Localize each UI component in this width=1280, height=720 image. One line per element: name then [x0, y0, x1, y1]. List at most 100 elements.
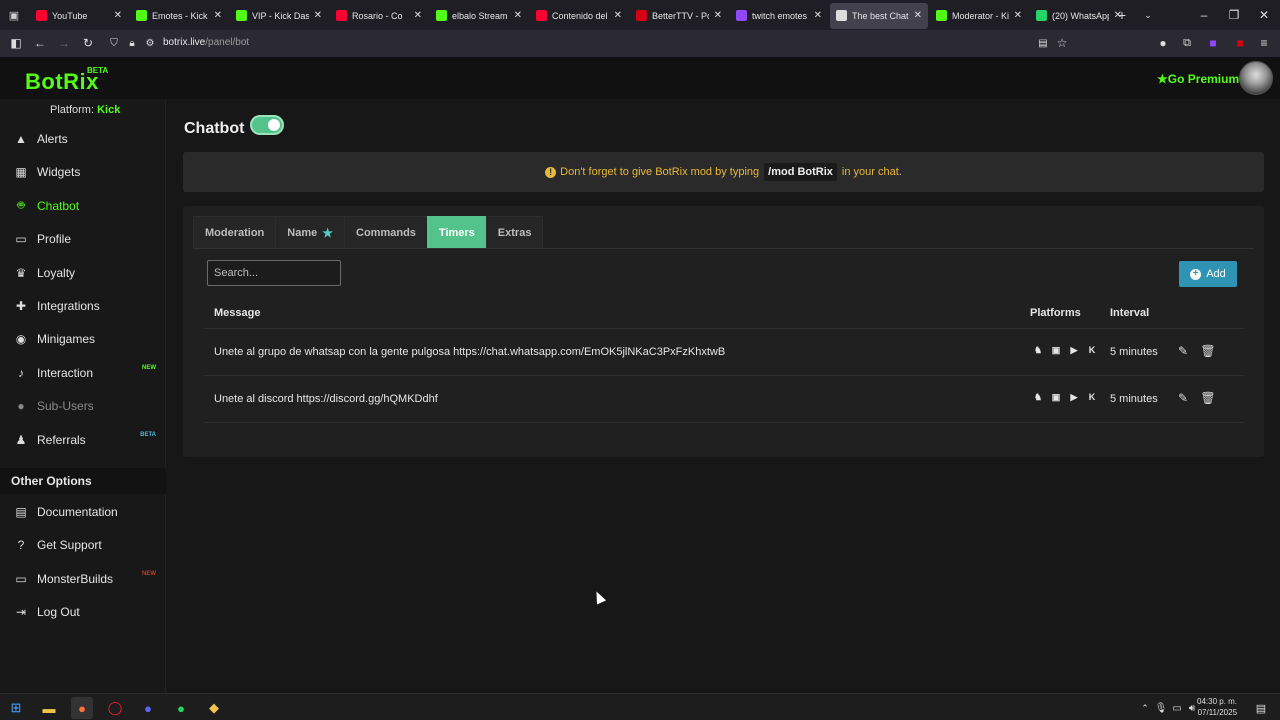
table-row: Unete al grupo de whatsap con la gente p… [204, 329, 1244, 375]
browser-tab[interactable]: Rosario - Co ✕ [330, 3, 428, 29]
go-premium-button[interactable]: ★Go Premium [1157, 72, 1239, 86]
sidebar-item-integrations[interactable]: ✚ Integrations [0, 291, 166, 321]
tab-title: Moderator - Kick [952, 10, 1009, 21]
browser-tab[interactable]: Moderator - Kick ✕ [930, 3, 1028, 29]
page-title: Chatbot [184, 120, 245, 137]
menu-icon[interactable]: ≡ [1252, 31, 1276, 55]
permissions-icon[interactable]: ⚙ [138, 31, 162, 55]
twitch-extension-icon[interactable]: ■ [1201, 31, 1225, 55]
spotify-icon[interactable]: ● [170, 697, 192, 719]
browser-tab-bar: ▣ YouTube✕Emotes - Kick Da✕VIP - Kick Da… [0, 0, 1280, 30]
chatbot-toggle[interactable] [250, 115, 284, 135]
delete-icon[interactable]: 🗑︎ [1200, 391, 1215, 405]
close-tab-icon[interactable]: ✕ [114, 10, 122, 21]
opera-icon[interactable]: ◯ [104, 697, 126, 719]
sidebar-item-label: Referrals [37, 432, 86, 447]
close-window-icon[interactable]: ✕ [1248, 0, 1280, 30]
clock-date: 07/11/2025 [1197, 708, 1238, 717]
question-icon: ? [17, 538, 25, 553]
forward-icon[interactable]: → [52, 31, 76, 55]
file-explorer-icon[interactable]: ▬ [38, 697, 60, 719]
notifications-icon[interactable]: ▤ [1250, 697, 1272, 719]
sidebar-item-label: Minigames [37, 332, 96, 347]
taskbar-clock[interactable]: 04:30 p. m. 07/11/2025 [1197, 696, 1237, 718]
close-tab-icon[interactable]: ✕ [914, 10, 922, 21]
sidebar-item-sub-users[interactable]: ● Sub-Users [0, 391, 166, 421]
sidebar-item-profile[interactable]: ▭ Profile [0, 224, 166, 254]
close-tab-icon[interactable]: ✕ [514, 10, 522, 21]
tab-title: BetterTTV - Popu [652, 10, 709, 21]
minimize-icon[interactable]: – [1188, 0, 1220, 30]
tab-extras[interactable]: Extras [485, 216, 544, 249]
edit-icon[interactable]: ✎ [1176, 391, 1190, 405]
notice-text: Don't forget to give BotRix mod by typin… [560, 166, 760, 178]
tab-list-chevron-icon[interactable]: ⌄ [1140, 0, 1156, 30]
new-tab-icon[interactable]: + [1114, 0, 1130, 30]
restore-icon[interactable]: ❐ [1218, 0, 1250, 30]
sidebar-item-chatbot[interactable]: 🤖︎ Chatbot [0, 191, 166, 221]
tab-label: Timers [438, 226, 475, 239]
browser-tab[interactable]: Contenido del ca ✕ [530, 3, 628, 29]
youtube-icon: ▶ [1070, 391, 1078, 402]
close-tab-icon[interactable]: ✕ [214, 10, 222, 21]
sidebar-item-monsterbuilds[interactable]: ▭ MonsterBuilds NEW [0, 564, 166, 594]
edit-icon[interactable]: ✎ [1176, 344, 1190, 358]
sidebar-item-label: MonsterBuilds [37, 571, 114, 586]
address-bar[interactable]: botrix.live/panel/bot [163, 37, 249, 48]
firefox-icon[interactable]: ● [71, 697, 93, 719]
close-tab-icon[interactable]: ✕ [714, 10, 722, 21]
sidebar-item-get-support[interactable]: ? Get Support [0, 530, 166, 560]
tabs-divider [193, 248, 1254, 249]
tab-timers[interactable]: Timers [426, 216, 487, 249]
tab-favicon-icon [136, 10, 147, 21]
tab-overview-icon[interactable]: ▣ [0, 0, 28, 30]
bookmark-star-icon[interactable]: ☆ [1050, 31, 1074, 55]
account-icon[interactable]: ● [1151, 31, 1175, 55]
back-icon[interactable]: ← [28, 31, 52, 55]
sidebar-item-loyalty[interactable]: ♛ Loyalty [0, 258, 166, 288]
botrix-app: BotRix BETA ★Go Premium Platform: Kick ▲… [0, 57, 1280, 693]
close-tab-icon[interactable]: ✕ [814, 10, 822, 21]
windows-start-icon[interactable]: ⊞ [5, 697, 27, 719]
tab-label: Commands [356, 226, 416, 239]
browser-tab[interactable]: VIP - Kick Dashb ✕ [230, 3, 328, 29]
platform-icons: ♞ ▣ ▶ K [1032, 344, 1098, 356]
sidebar-item-documentation[interactable]: ▤ Documentation [0, 497, 166, 527]
browser-tab[interactable]: twitch emotes - : ✕ [730, 3, 828, 29]
sidebar-toggle-icon[interactable]: ◧ [4, 31, 28, 55]
kick-icon: K [1088, 392, 1096, 402]
close-tab-icon[interactable]: ✕ [414, 10, 422, 21]
close-tab-icon[interactable]: ✕ [1014, 10, 1022, 21]
sidebar-item-log-out[interactable]: ⇥ Log Out [0, 597, 166, 627]
sidebar-item-interaction[interactable]: ♪ Interaction NEW [0, 358, 166, 388]
tab-name[interactable]: Name ★ [275, 216, 346, 249]
browser-tab[interactable]: Emotes - Kick Da ✕ [130, 3, 228, 29]
sidebar-item-alerts[interactable]: ▲ Alerts [0, 124, 166, 154]
sidebar-item-widgets[interactable]: ▦ Widgets [0, 157, 166, 187]
sidebar-item-minigames[interactable]: ◉ Minigames [0, 324, 166, 354]
sidebar-item-referrals[interactable]: ♟ Referrals BETA [0, 425, 166, 455]
browser-tab[interactable]: BetterTTV - Popu ✕ [630, 3, 728, 29]
trophy-icon: ♛ [15, 265, 27, 280]
extensions-icon[interactable]: ⧉ [1175, 31, 1199, 55]
tab-favicon-icon [436, 10, 447, 21]
browser-tab[interactable]: elbalo Stream - \ ✕ [430, 3, 528, 29]
logout-icon: ⇥ [15, 605, 27, 620]
gamepad-icon: ◉ [15, 332, 27, 347]
bttv-extension-icon[interactable]: ■ [1228, 31, 1252, 55]
app-icon[interactable]: ◆ [203, 697, 225, 719]
reload-icon[interactable]: ↻ [76, 31, 100, 55]
tab-commands[interactable]: Commands [344, 216, 428, 249]
tab-moderation[interactable]: Moderation [193, 216, 277, 249]
sidebar-badge: NEW [142, 570, 156, 577]
close-tab-icon[interactable]: ✕ [614, 10, 622, 21]
browser-tab[interactable]: YouTube ✕ [30, 3, 128, 29]
avatar[interactable] [1239, 61, 1273, 95]
add-timer-button[interactable]: + Add [1179, 261, 1237, 287]
search-input[interactable] [207, 260, 341, 286]
close-tab-icon[interactable]: ✕ [314, 10, 322, 21]
browser-tab[interactable]: The best ChatBo ✕ [830, 2, 928, 29]
discord-icon[interactable]: ● [137, 697, 159, 719]
delete-icon[interactable]: 🗑︎ [1200, 344, 1215, 358]
plus-circle-icon: + [1190, 268, 1202, 280]
